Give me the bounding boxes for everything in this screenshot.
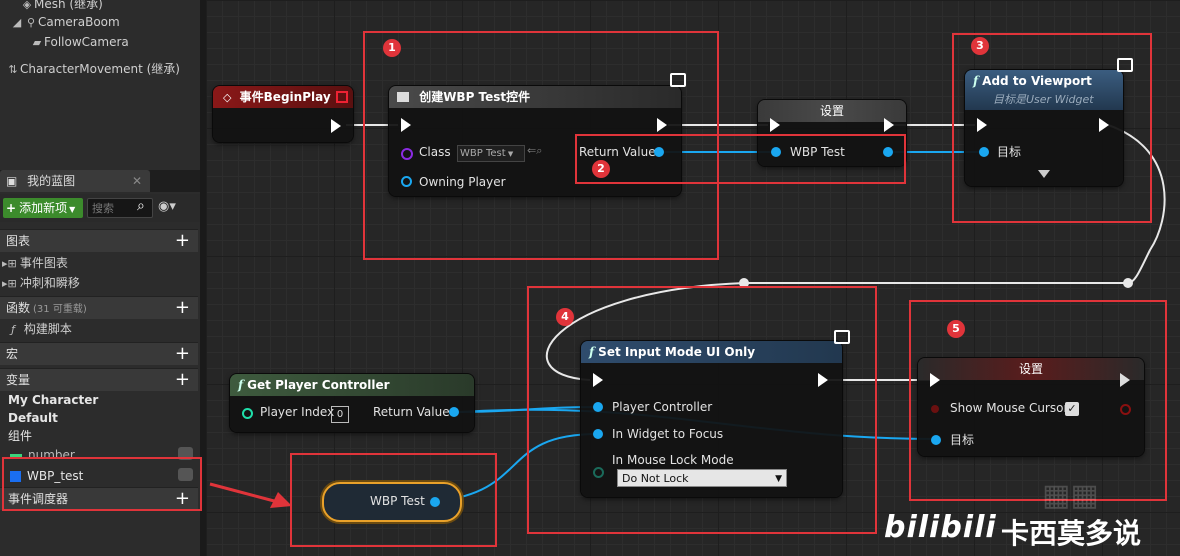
watermark-text: 卡西莫多说 [1001,517,1142,550]
watermark-faint: ▦▦ [1042,478,1099,513]
annotation-arrow [209,482,292,508]
bilibili-logo: bilibili [884,510,997,545]
